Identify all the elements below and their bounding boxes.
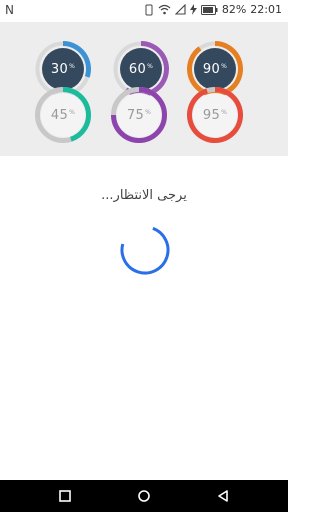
gauge-label: 45% [50, 107, 76, 123]
signal-icon [174, 4, 186, 15]
back-triangle-icon[interactable] [216, 488, 230, 504]
notification-n-icon: N [5, 3, 14, 17]
clock: 22:01 [250, 3, 282, 16]
vibrate-icon [145, 4, 153, 15]
charging-icon [189, 4, 197, 15]
gauge-75: 75% [110, 86, 168, 144]
gauge-45: 45% [34, 86, 92, 144]
status-bar: N 82% 22:01 [0, 0, 288, 20]
gauge-95: 95% [186, 86, 244, 144]
status-icons: 82% 22:01 [144, 3, 282, 16]
gauge-label: 95% [202, 107, 228, 123]
navigation-bar [0, 480, 288, 512]
gauges-panel: 30% 60% 90% 45% 75% 95% [0, 22, 288, 156]
wifi-icon [158, 4, 171, 15]
loading-spinner-icon [120, 226, 170, 275]
recents-square-icon[interactable] [58, 488, 72, 504]
loading-text: يرجى الانتظار... [101, 188, 187, 203]
home-circle-icon[interactable] [137, 488, 151, 504]
gauge-label: 75% [126, 107, 152, 123]
battery-icon [200, 4, 218, 15]
battery-percent: 82% [221, 3, 247, 16]
